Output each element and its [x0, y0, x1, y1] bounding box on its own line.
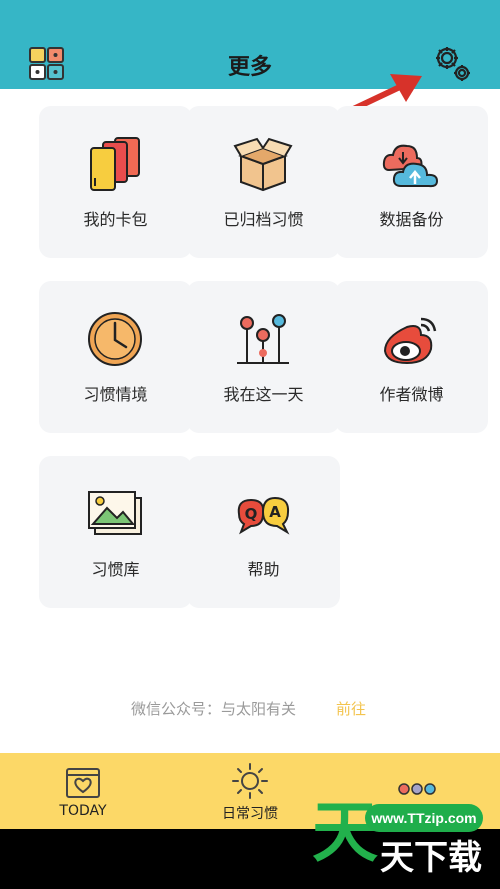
card-habit-library[interactable]: 习惯库 — [39, 456, 192, 608]
tab-today[interactable]: TODAY — [0, 753, 166, 829]
card-on-this-day[interactable]: 我在这一天 — [187, 281, 340, 433]
gallery-icon — [88, 491, 142, 535]
card-label: 帮助 — [247, 560, 280, 579]
goto-link[interactable]: 前往 — [336, 698, 366, 719]
weibo-icon — [383, 317, 437, 365]
clock-icon — [88, 312, 142, 366]
card-help[interactable]: Q A 帮助 — [187, 456, 340, 608]
tab-daily-habits[interactable]: 日常习惯 — [167, 753, 333, 829]
sun-icon — [232, 763, 268, 799]
qa-icon: Q A — [237, 496, 290, 535]
gear-icon[interactable] — [432, 44, 474, 84]
card-label: 数据备份 — [379, 210, 444, 229]
tab-label: 日常习惯 — [222, 806, 278, 822]
card-habit-context[interactable]: 习惯情境 — [39, 281, 192, 433]
card-label: 已归档习惯 — [223, 210, 304, 229]
card-label: 我在这一天 — [223, 385, 304, 404]
calendar-heart-icon — [66, 768, 100, 798]
timeline-icon — [237, 314, 289, 364]
cards-icon — [90, 137, 140, 191]
svg-text:Q: Q — [245, 505, 258, 523]
card-label: 习惯库 — [91, 560, 140, 579]
svg-text:A: A — [269, 503, 281, 521]
card-data-backup[interactable]: 数据备份 — [335, 106, 488, 258]
wechat-account-text: 微信公众号：与太阳有关 — [131, 700, 297, 718]
cloud-sync-icon — [382, 144, 439, 188]
card-label: 习惯情境 — [83, 385, 148, 404]
card-label: 我的卡包 — [83, 210, 148, 229]
watermark-text: 天下载 — [380, 838, 482, 878]
box-icon — [233, 137, 293, 192]
card-my-cards[interactable]: 我的卡包 — [39, 106, 192, 258]
card-archived-habits[interactable]: 已归档习惯 — [187, 106, 340, 258]
watermark-site: www.TTzip.com — [365, 804, 483, 832]
tab-label: TODAY — [59, 803, 107, 819]
more-dots-icon — [398, 783, 436, 795]
card-label: 作者微博 — [379, 385, 444, 404]
card-author-weibo[interactable]: 作者微博 — [335, 281, 488, 433]
